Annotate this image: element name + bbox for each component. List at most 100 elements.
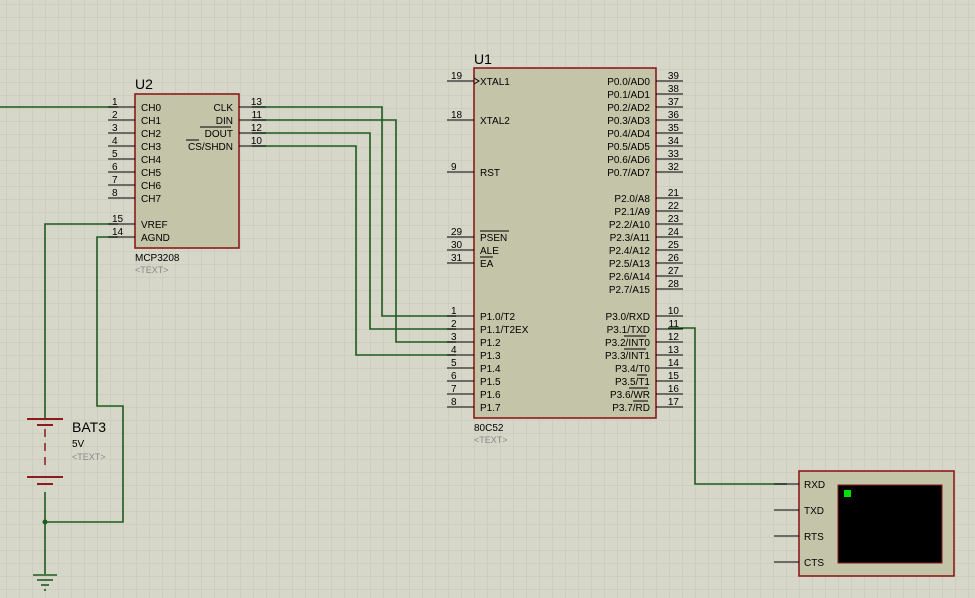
u1-pin-23-number: 23 bbox=[668, 214, 680, 225]
u2-pin-15-number: 15 bbox=[112, 214, 124, 225]
u2-ref-label: U2 bbox=[135, 76, 153, 92]
u1-pin-34-number: 34 bbox=[668, 136, 680, 147]
u1-pin-35-name: P0.4/AD4 bbox=[607, 129, 650, 140]
u1-pin-37-number: 37 bbox=[668, 97, 680, 108]
u1-pin-6-number: 6 bbox=[451, 371, 457, 382]
u1-pin-33-number: 33 bbox=[668, 149, 680, 160]
u1-pin-6-name: P1.5 bbox=[480, 377, 501, 388]
u1-pin-5-number: 5 bbox=[451, 358, 457, 369]
u1-pin-19-name: XTAL1 bbox=[480, 77, 510, 88]
u2-pin-13-name: CLK bbox=[214, 103, 234, 114]
u2-pin-1-number: 1 bbox=[112, 97, 118, 108]
u1-pin-17-name: P3.7/RD bbox=[612, 403, 650, 414]
u1-pin-39-number: 39 bbox=[668, 71, 680, 82]
u1-pin-7-name: P1.6 bbox=[480, 390, 501, 401]
u1-pin-2-number: 2 bbox=[451, 319, 457, 330]
u1-pin-27-name: P2.6/A14 bbox=[609, 272, 651, 283]
u2-pin-8-name: CH7 bbox=[141, 194, 161, 205]
u1-pin-5-name: P1.4 bbox=[480, 364, 501, 375]
u1-pin-39-name: P0.0/AD0 bbox=[607, 77, 650, 88]
u1-pin-31-number: 31 bbox=[451, 253, 463, 264]
u1-pin-22-number: 22 bbox=[668, 201, 680, 212]
u2-text-placeholder: <TEXT> bbox=[135, 265, 169, 275]
u2-pin-12-name: DOUT bbox=[205, 129, 233, 140]
u1-part-label: 80C52 bbox=[474, 423, 504, 434]
u1-pin-34-name: P0.5/AD5 bbox=[607, 142, 650, 153]
u1-pin-24-number: 24 bbox=[668, 227, 680, 238]
terminal-pin-rts-label: RTS bbox=[804, 532, 824, 543]
u1-pin-18-number: 18 bbox=[451, 110, 463, 121]
u1-pin-36-name: P0.3/AD3 bbox=[607, 116, 650, 127]
u2-pin-4-number: 4 bbox=[112, 136, 118, 147]
u1-pin-2-name: P1.1/T2EX bbox=[480, 325, 529, 336]
u1-pin-16-number: 16 bbox=[668, 384, 680, 395]
battery-ref-label: BAT3 bbox=[72, 419, 106, 435]
u1-pin-16-name: P3.6/WR bbox=[610, 390, 650, 401]
u1-pin-3-number: 3 bbox=[451, 332, 457, 343]
u1-pin-29-number: 29 bbox=[451, 227, 463, 238]
u1-pin-10-number: 10 bbox=[668, 306, 680, 317]
u1-pin-19-number: 19 bbox=[451, 71, 463, 82]
u1-pin-35-number: 35 bbox=[668, 123, 680, 134]
virtual-terminal[interactable]: RXD TXD RTS CTS bbox=[774, 470, 955, 577]
u2-pin-7-name: CH6 bbox=[141, 181, 161, 192]
u2-pin-11-name: DIN bbox=[216, 116, 233, 127]
u1-pin-4-name: P1.3 bbox=[480, 351, 501, 362]
u1-pin-28-number: 28 bbox=[668, 279, 680, 290]
u1-pin-12-name: P3.2/INT0 bbox=[605, 338, 650, 349]
battery-value-label: 5V bbox=[72, 439, 85, 450]
u2-pin-1-name: CH0 bbox=[141, 103, 161, 114]
u2-pin-6-name: CH5 bbox=[141, 168, 161, 179]
u2-pin-5-name: CH4 bbox=[141, 155, 161, 166]
u2-pin-3-number: 3 bbox=[112, 123, 118, 134]
u1-text-placeholder: <TEXT> bbox=[474, 435, 508, 445]
schematic-canvas[interactable]: U2 MCP3208 <TEXT> 1 CH0 2 CH1 3 CH2 4 CH3 5 CH4 6 C… bbox=[0, 0, 975, 598]
u1-pin-3-name: P1.2 bbox=[480, 338, 501, 349]
u1-pin-14-name: P3.4/T0 bbox=[615, 364, 650, 375]
u2-pin-12-number: 12 bbox=[251, 123, 263, 134]
u2-pin-14-name: AGND bbox=[141, 233, 170, 244]
u2-pin-10-number: 10 bbox=[251, 136, 263, 147]
u1-ref-label: U1 bbox=[474, 51, 492, 67]
u1-pin-31-name: EA bbox=[480, 259, 494, 270]
u1-pin-9-name: RST bbox=[480, 168, 500, 179]
u1-pin-32-name: P0.7/AD7 bbox=[607, 168, 650, 179]
u1-pin-37-name: P0.2/AD2 bbox=[607, 103, 650, 114]
u1-pin-7-number: 7 bbox=[451, 384, 457, 395]
u2-pin-2-number: 2 bbox=[112, 110, 118, 121]
terminal-pin-rxd-label: RXD bbox=[804, 480, 825, 491]
u2-pin-3-name: CH2 bbox=[141, 129, 161, 140]
wire-junction bbox=[42, 519, 48, 525]
u1-pin-11-name: P3.1/TXD bbox=[607, 325, 650, 336]
u1-pin-21-number: 21 bbox=[668, 188, 680, 199]
u1-80c52[interactable]: U1 80C52 <TEXT> 19XTAL118XTAL29RST29PSEN… bbox=[447, 51, 683, 445]
u2-pin-5-number: 5 bbox=[112, 149, 118, 160]
u2-pin-6-number: 6 bbox=[112, 162, 118, 173]
u1-pin-27-number: 27 bbox=[668, 266, 680, 277]
u1-pin-26-number: 26 bbox=[668, 253, 680, 264]
u1-pin-25-number: 25 bbox=[668, 240, 680, 251]
u2-part-label: MCP3208 bbox=[135, 253, 180, 264]
terminal-screen bbox=[837, 484, 943, 564]
u1-pin-36-number: 36 bbox=[668, 110, 680, 121]
u1-pin-28-name: P2.7/A15 bbox=[609, 285, 651, 296]
u2-pin-2-name: CH1 bbox=[141, 116, 161, 127]
terminal-pin-cts-label: CTS bbox=[804, 558, 824, 569]
u1-pin-29-name: PSEN bbox=[480, 233, 507, 244]
battery-text-placeholder: <TEXT> bbox=[72, 452, 106, 462]
u1-pin-10-name: P3.0/RXD bbox=[606, 312, 650, 323]
u1-pin-38-name: P0.1/AD1 bbox=[607, 90, 650, 101]
u2-pin-8-number: 8 bbox=[112, 188, 118, 199]
u1-pin-25-name: P2.4/A12 bbox=[609, 246, 651, 257]
u2-pin-15-name: VREF bbox=[141, 220, 168, 231]
u1-pin-21-name: P2.0/A8 bbox=[614, 194, 650, 205]
u1-pin-17-number: 17 bbox=[668, 397, 680, 408]
u1-pin-26-name: P2.5/A13 bbox=[609, 259, 651, 270]
u2-pin-10-name: CS/SHDN bbox=[188, 142, 233, 153]
u2-pin-4-name: CH3 bbox=[141, 142, 161, 153]
u2-pin-14-number: 14 bbox=[112, 227, 124, 238]
terminal-pin-txd-label: TXD bbox=[804, 506, 824, 517]
u2-pin-11-number: 11 bbox=[252, 110, 263, 121]
u1-pin-30-name: ALE bbox=[480, 246, 499, 257]
u1-pin-38-number: 38 bbox=[668, 84, 680, 95]
